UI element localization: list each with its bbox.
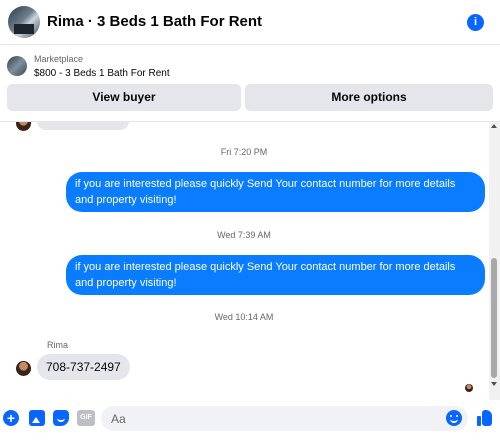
- message-thread[interactable]: Fri 7:20 PM if you are interested please…: [0, 122, 488, 400]
- sender-name: Rima: [47, 340, 69, 350]
- listing-title[interactable]: $800 - 3 Beds 1 Bath For Rent: [34, 68, 170, 79]
- scrollbar-thumb[interactable]: [491, 258, 497, 378]
- message-input[interactable]: Aa: [101, 406, 468, 431]
- message-placeholder: Aa: [111, 412, 126, 426]
- sender-avatar[interactable]: [16, 122, 31, 131]
- view-buyer-button[interactable]: View buyer: [7, 84, 241, 111]
- timestamp: Wed 10:14 AM: [214, 312, 274, 322]
- chat-header: Rima · 3 Beds 1 Bath For Rent i: [0, 0, 500, 45]
- chat-title[interactable]: Rima · 3 Beds 1 Bath For Rent: [47, 13, 262, 30]
- gif-icon[interactable]: GIF: [77, 410, 95, 426]
- listing-avatar[interactable]: [8, 6, 40, 38]
- plus-icon[interactable]: +: [3, 410, 19, 426]
- like-icon[interactable]: [477, 409, 493, 427]
- timestamp: Fri 7:20 PM: [220, 147, 268, 157]
- listing-thumbnail[interactable]: [7, 56, 27, 76]
- incoming-message[interactable]: 708-737-2497: [37, 354, 130, 380]
- timestamp: Wed 7:39 AM: [217, 230, 271, 240]
- chat-scrollbar[interactable]: [489, 122, 500, 400]
- outgoing-message[interactable]: if you are interested please quickly Sen…: [66, 172, 485, 212]
- message-composer: + GIF Aa: [0, 400, 500, 444]
- info-icon[interactable]: i: [467, 14, 484, 31]
- previous-message-bubble: [37, 122, 129, 130]
- scroll-up-icon[interactable]: [491, 124, 497, 128]
- sticker-icon[interactable]: [53, 410, 69, 426]
- photo-icon[interactable]: [29, 410, 45, 426]
- scroll-down-icon[interactable]: [491, 382, 497, 386]
- sender-avatar[interactable]: [16, 361, 31, 376]
- read-receipt-avatar: [465, 384, 473, 392]
- marketplace-banner: Marketplace $800 - 3 Beds 1 Bath For Ren…: [0, 46, 500, 122]
- more-options-button[interactable]: More options: [245, 84, 493, 111]
- banner-category: Marketplace: [34, 54, 84, 64]
- emoji-icon[interactable]: [446, 410, 462, 426]
- outgoing-message[interactable]: if you are interested please quickly Sen…: [66, 255, 485, 295]
